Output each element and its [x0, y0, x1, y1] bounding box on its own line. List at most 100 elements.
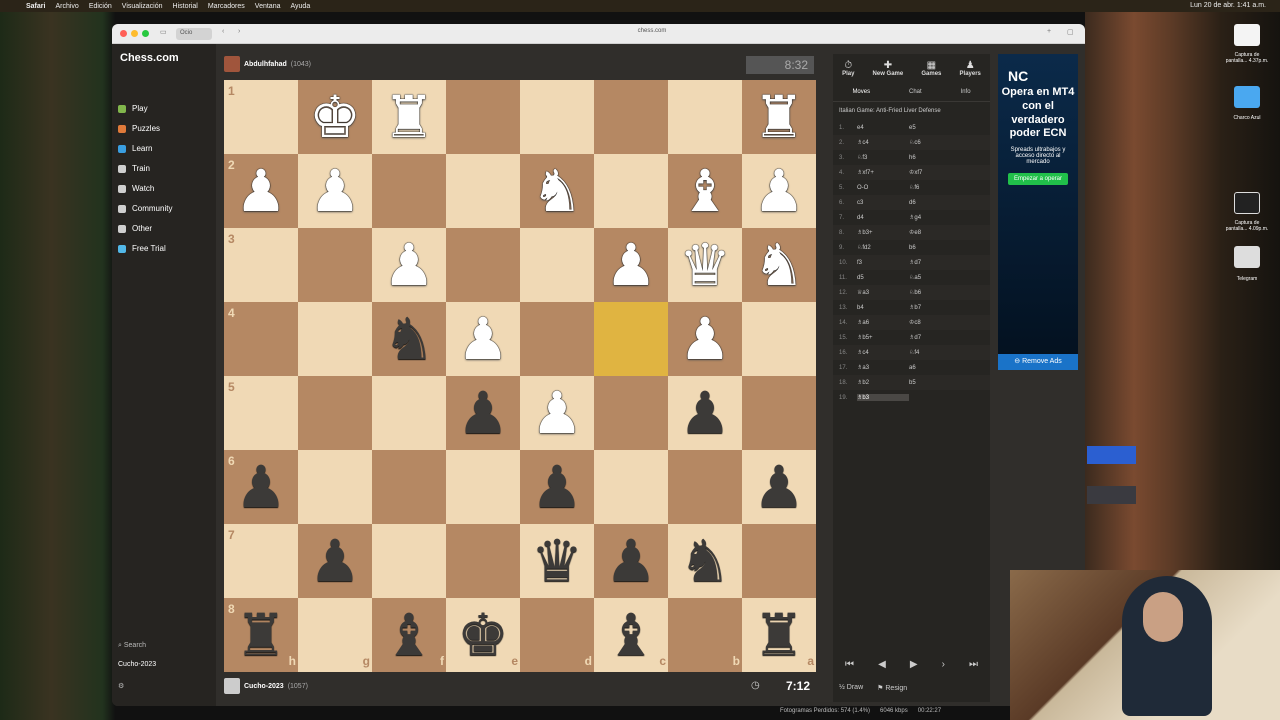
white-piece[interactable]: ♟: [742, 154, 816, 228]
white-move[interactable]: ♗a6: [857, 319, 909, 326]
screenshot-file-icon[interactable]: [1234, 24, 1260, 46]
sidebar-item-learn[interactable]: Learn: [118, 144, 152, 153]
black-piece[interactable]: ♟: [742, 450, 816, 524]
board-square[interactable]: [446, 154, 520, 228]
board-square[interactable]: [520, 228, 594, 302]
advertisement[interactable]: NC Opera en MT4 con el verdadero poder E…: [998, 54, 1078, 370]
white-move[interactable]: d5: [857, 275, 909, 281]
white-move[interactable]: ♗c4: [857, 139, 909, 146]
obs-scene-selected[interactable]: [1087, 446, 1136, 464]
white-move[interactable]: b4: [857, 305, 909, 311]
panel-new-game[interactable]: ✚ New Game: [873, 60, 904, 77]
tab-moves[interactable]: Moves: [852, 89, 870, 95]
resign-button[interactable]: ⚑ Resign: [877, 684, 907, 692]
prev-move-icon[interactable]: ◀: [878, 659, 886, 670]
board-square[interactable]: [446, 524, 520, 598]
panel-games[interactable]: ▦ Games: [921, 60, 941, 77]
sidebar-item-play[interactable]: Play: [118, 104, 148, 113]
top-player-avatar[interactable]: [224, 56, 240, 72]
menu-historial[interactable]: Historial: [173, 3, 198, 10]
white-move[interactable]: ♗b2: [857, 379, 909, 386]
black-move[interactable]: ♗g4: [909, 214, 959, 221]
black-piece[interactable]: ♞: [668, 524, 742, 598]
white-move[interactable]: ♘f3: [857, 154, 909, 161]
board-square[interactable]: [594, 450, 668, 524]
board-square[interactable]: [594, 376, 668, 450]
menu-archivo[interactable]: Archivo: [55, 3, 78, 10]
sidebar-item-train[interactable]: Train: [118, 164, 150, 173]
sidebar-item-watch[interactable]: Watch: [118, 184, 154, 193]
back-icon[interactable]: ‹: [222, 28, 224, 39]
black-piece[interactable]: ♞: [372, 302, 446, 376]
opening-name[interactable]: Italian Game: Anti-Fried Liver Defense: [833, 102, 990, 120]
white-piece[interactable]: ♟: [298, 154, 372, 228]
board-square[interactable]: [446, 450, 520, 524]
black-piece[interactable]: ♟: [594, 524, 668, 598]
menu-visualizacion[interactable]: Visualización: [122, 3, 163, 10]
board-square[interactable]: [298, 302, 372, 376]
black-move[interactable]: ♘f6: [909, 184, 959, 191]
black-piece[interactable]: ♜: [742, 598, 816, 672]
white-move[interactable]: ♗xf7+: [857, 169, 909, 176]
black-move[interactable]: ♘f4: [909, 349, 959, 356]
board-square[interactable]: [742, 376, 816, 450]
black-move[interactable]: e5: [909, 125, 959, 131]
black-piece[interactable]: ♜: [224, 598, 298, 672]
black-move[interactable]: ♔e8: [909, 229, 959, 236]
black-move[interactable]: d6: [909, 200, 959, 206]
board-square[interactable]: [372, 524, 446, 598]
white-piece[interactable]: ♞: [520, 154, 594, 228]
menubar-clock[interactable]: Lun 20 de abr. 1:41 a.m.: [1190, 2, 1266, 9]
new-tab-icon[interactable]: +: [1047, 28, 1051, 39]
menu-marcadores[interactable]: Marcadores: [208, 3, 245, 10]
white-move[interactable]: O-O: [857, 185, 909, 191]
sidebar-settings-row[interactable]: ⚙: [118, 682, 134, 690]
white-piece[interactable]: ♟: [372, 228, 446, 302]
black-piece[interactable]: ♛: [520, 524, 594, 598]
sidebar-item-other[interactable]: Other: [118, 224, 152, 233]
play-icon[interactable]: ▶: [910, 659, 918, 670]
folder-icon[interactable]: [1234, 86, 1260, 108]
white-piece[interactable]: ♟: [224, 154, 298, 228]
white-piece[interactable]: ♚: [298, 80, 372, 154]
black-piece[interactable]: ♚: [446, 598, 520, 672]
screenshot-file-icon-2[interactable]: [1234, 192, 1260, 214]
black-move[interactable]: h6: [909, 155, 959, 161]
sidebar-user[interactable]: Cucho-2023: [118, 661, 156, 668]
sidebar-item-community[interactable]: Community: [118, 204, 172, 213]
black-piece[interactable]: ♟: [298, 524, 372, 598]
black-move[interactable]: b6: [909, 245, 959, 251]
white-move[interactable]: ♗b3: [857, 394, 909, 401]
menu-edicion[interactable]: Edición: [89, 3, 112, 10]
black-move[interactable]: ♗d7: [909, 259, 959, 266]
obs-scene-row[interactable]: [1087, 486, 1136, 504]
white-piece[interactable]: ♟: [520, 376, 594, 450]
black-move[interactable]: ♘b6: [909, 289, 959, 296]
last-move-icon[interactable]: ⏭: [969, 659, 978, 670]
board-square[interactable]: [372, 376, 446, 450]
white-move[interactable]: ♕a3: [857, 289, 909, 296]
black-piece[interactable]: ♟: [446, 376, 520, 450]
next-move-icon[interactable]: ›: [942, 659, 945, 670]
sidebar-item-puzzles[interactable]: Puzzles: [118, 124, 160, 133]
black-piece[interactable]: ♟: [224, 450, 298, 524]
white-piece[interactable]: ♜: [372, 80, 446, 154]
white-move[interactable]: e4: [857, 125, 909, 131]
board-square[interactable]: [298, 228, 372, 302]
black-move[interactable]: ♘c6: [909, 139, 959, 146]
address-bar[interactable]: chess.com: [512, 28, 792, 34]
tab-info[interactable]: Info: [961, 89, 971, 95]
board-square[interactable]: [298, 376, 372, 450]
chess-board[interactable]: 1 2 3 4 5 6 7 8 h g f e d c b a ♚ ♜ ♜ ♟ ♟ ♞ ♝ ♟ ♟ ♟ ♛ ♞ ♞ ♟ ♟ ♟ ♟ ♟ ♟ ♟ ♟ ♟ ♛ ♟…: [224, 80, 816, 672]
black-move[interactable]: ♗d7: [909, 334, 959, 341]
black-move[interactable]: b5: [909, 380, 959, 386]
sidebar-search[interactable]: ⌕ Search: [118, 642, 146, 650]
tab-group-pill[interactable]: Ocio: [176, 28, 212, 40]
close-window-button[interactable]: [120, 30, 127, 37]
zoom-window-button[interactable]: [142, 30, 149, 37]
tab-chat[interactable]: Chat: [909, 89, 922, 95]
board-square[interactable]: [298, 450, 372, 524]
white-piece[interactable]: ♛: [668, 228, 742, 302]
ad-cta-button[interactable]: Empezar a operar: [1007, 173, 1069, 185]
minimize-window-button[interactable]: [131, 30, 138, 37]
